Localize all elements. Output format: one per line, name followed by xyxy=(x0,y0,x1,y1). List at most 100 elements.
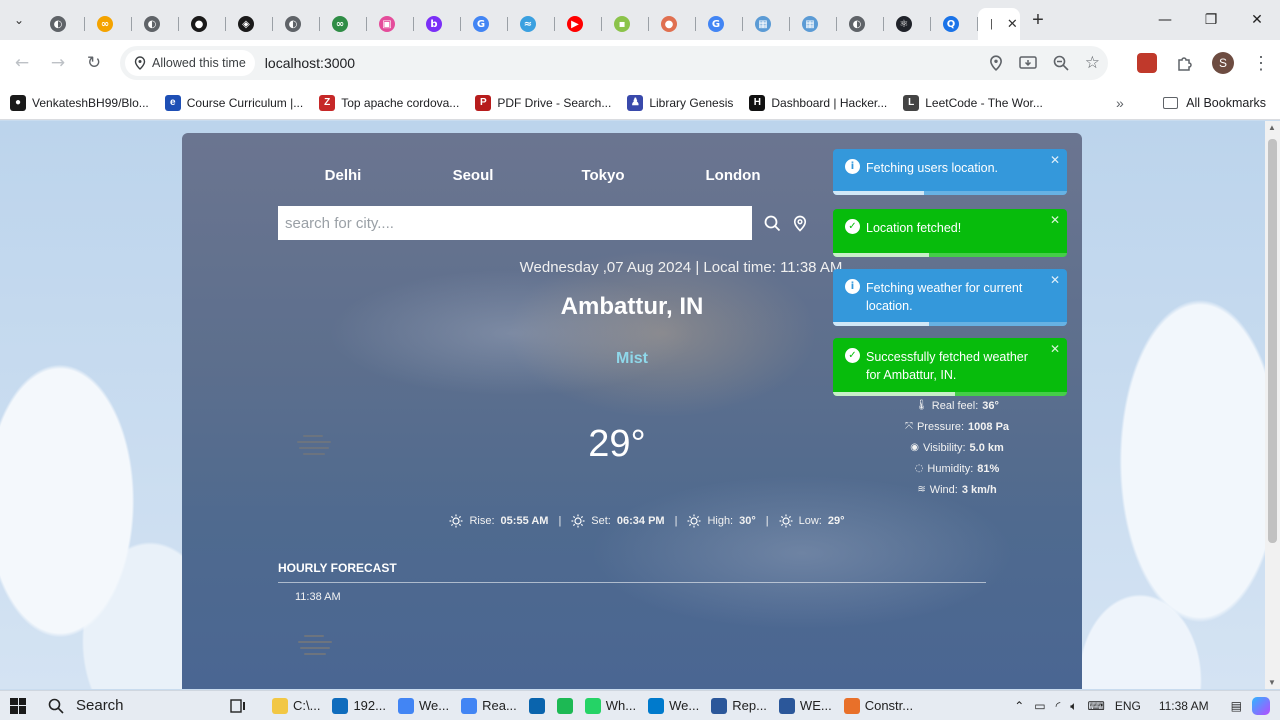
extensions-puzzle-icon[interactable] xyxy=(1166,45,1204,81)
close-toast-icon[interactable]: ✕ xyxy=(1050,273,1060,287)
taskbar-app-icon xyxy=(461,697,478,714)
clock[interactable]: 11:38 AM xyxy=(1159,699,1209,713)
toast-progress-bar xyxy=(833,322,929,326)
tab-favicon-icon: ◐ xyxy=(285,16,301,32)
browser-tab[interactable]: ◈ xyxy=(226,8,273,40)
close-tab-icon[interactable]: ✕ xyxy=(1007,16,1018,32)
close-toast-icon[interactable]: ✕ xyxy=(1050,153,1060,167)
bookmark-item[interactable]: P PDF Drive - Search... xyxy=(475,94,611,111)
sun-value: 05:55 AM xyxy=(500,515,549,527)
bookmark-item[interactable]: ● VenkateshBH99/Blo... xyxy=(10,94,149,111)
start-button[interactable] xyxy=(0,691,36,720)
bookmark-item[interactable]: Z Top apache cordova... xyxy=(319,94,460,111)
taskbar-app[interactable]: WE... xyxy=(773,691,838,720)
bookmark-item[interactable]: H Dashboard | Hacker... xyxy=(749,94,887,111)
close-toast-icon[interactable]: ✕ xyxy=(1050,213,1060,227)
install-app-icon[interactable] xyxy=(1019,55,1037,71)
taskbar-app[interactable]: Constr... xyxy=(838,691,919,720)
taskbar-app-icon xyxy=(332,697,349,714)
bookmark-item[interactable]: ♟ Library Genesis xyxy=(627,94,733,111)
bookmark-label: Top apache cordova... xyxy=(341,95,460,110)
taskbar-search[interactable]: Search xyxy=(36,691,236,720)
forward-icon[interactable]: → xyxy=(40,45,76,81)
bookmark-star-icon[interactable]: ☆ xyxy=(1085,53,1100,73)
browser-tab[interactable]: ∞ xyxy=(85,8,132,40)
sun-label: High: xyxy=(707,515,734,527)
tab-active[interactable]: | ✕ xyxy=(978,8,1020,40)
taskbar-app[interactable]: We... xyxy=(642,691,705,720)
maximize-window-icon[interactable]: ❐ xyxy=(1188,0,1234,40)
city-button[interactable]: Tokyo xyxy=(538,167,668,184)
tab-search-chevron-icon[interactable]: ⌄ xyxy=(0,0,38,40)
extension-icon[interactable] xyxy=(1128,45,1166,81)
bookmark-item[interactable]: L LeetCode - The Wor... xyxy=(903,94,1043,111)
taskbar-app[interactable] xyxy=(523,691,551,720)
browser-tab[interactable]: ◐ xyxy=(132,8,179,40)
keyboard-icon[interactable]: ⌨ xyxy=(1088,699,1105,713)
browser-tab[interactable]: b xyxy=(414,8,461,40)
site-permission-chip[interactable]: Allowed this time xyxy=(125,50,255,76)
chevron-up-icon[interactable]: ⌃ xyxy=(1014,699,1024,713)
copilot-icon[interactable] xyxy=(1252,697,1270,715)
scroll-down-icon[interactable]: ▼ xyxy=(1268,678,1276,687)
scroll-thumb[interactable] xyxy=(1268,139,1277,543)
wifi-icon[interactable]: ◜ xyxy=(1056,699,1061,713)
browser-tab[interactable]: ▦ xyxy=(743,8,790,40)
close-window-icon[interactable]: ✕ xyxy=(1234,0,1280,40)
bookmark-favicon-icon: P xyxy=(475,94,492,111)
taskbar-app-label: Rea... xyxy=(482,698,517,713)
page-scrollbar[interactable]: ▲ ▼ xyxy=(1265,121,1280,689)
location-icon[interactable] xyxy=(989,55,1003,71)
taskbar-app[interactable]: We... xyxy=(392,691,455,720)
bookmark-item[interactable]: e Course Curriculum |... xyxy=(164,94,303,111)
browser-tab[interactable]: ● xyxy=(649,8,696,40)
address-bar[interactable]: Allowed this time localhost:3000 ☆ xyxy=(120,46,1108,80)
back-icon[interactable]: ← xyxy=(4,45,40,81)
browser-tab[interactable]: ▶ xyxy=(555,8,602,40)
battery-icon[interactable]: ▭ xyxy=(1034,699,1045,713)
taskbar-app[interactable]: 192... xyxy=(326,691,392,720)
browser-tab[interactable]: ≈ xyxy=(508,8,555,40)
taskbar-app[interactable]: Rea... xyxy=(455,691,523,720)
profile-avatar[interactable]: S xyxy=(1204,45,1242,81)
city-button[interactable]: Seoul xyxy=(408,167,538,184)
all-bookmarks-button[interactable]: All Bookmarks xyxy=(1163,86,1266,120)
browser-tab[interactable]: ● xyxy=(179,8,226,40)
toast-message: Fetching weather for current location. xyxy=(866,281,1023,313)
browser-tab[interactable]: ◐ xyxy=(38,8,85,40)
browser-tab[interactable]: G xyxy=(461,8,508,40)
browser-menu-icon[interactable]: ⋮ xyxy=(1242,45,1280,81)
task-view-icon[interactable] xyxy=(224,691,252,720)
browser-tab[interactable]: ⚛ xyxy=(884,8,931,40)
taskbar-app[interactable]: Rep... xyxy=(705,691,773,720)
city-button[interactable]: Delhi xyxy=(278,167,408,184)
minimize-window-icon[interactable]: — xyxy=(1142,0,1188,40)
browser-tab[interactable]: G xyxy=(696,8,743,40)
url-text[interactable]: localhost:3000 xyxy=(265,55,355,71)
browser-tab[interactable]: ◐ xyxy=(837,8,884,40)
scroll-up-icon[interactable]: ▲ xyxy=(1268,123,1276,132)
browser-tab[interactable]: ▦ xyxy=(790,8,837,40)
current-location-icon[interactable] xyxy=(790,213,810,233)
language-indicator[interactable]: ENG xyxy=(1115,699,1141,713)
volume-icon[interactable]: 🔈︎ xyxy=(1070,699,1077,714)
more-bookmarks-icon[interactable]: » xyxy=(1116,86,1124,120)
browser-tab[interactable]: ▪ xyxy=(602,8,649,40)
search-icon[interactable] xyxy=(762,213,782,233)
reload-icon[interactable]: ↻ xyxy=(76,45,112,81)
notifications-icon[interactable]: ▤ xyxy=(1231,699,1242,713)
city-search-input[interactable] xyxy=(278,206,752,240)
browser-tab[interactable]: ▣ xyxy=(367,8,414,40)
taskbar-app[interactable]: Wh... xyxy=(579,691,642,720)
city-button[interactable]: London xyxy=(668,167,798,184)
close-toast-icon[interactable]: ✕ xyxy=(1050,342,1060,356)
browser-tab[interactable]: ∞ xyxy=(320,8,367,40)
taskbar-app[interactable]: C:\... xyxy=(266,691,326,720)
browser-tab[interactable]: ◐ xyxy=(273,8,320,40)
taskbar-app[interactable] xyxy=(551,691,579,720)
detail-row: ◌ Humidity: 81% xyxy=(872,458,1042,479)
zoom-icon[interactable] xyxy=(1053,55,1069,71)
separator: | xyxy=(765,515,769,527)
new-tab-button[interactable]: + xyxy=(1020,0,1056,40)
browser-tab[interactable]: Q xyxy=(931,8,978,40)
